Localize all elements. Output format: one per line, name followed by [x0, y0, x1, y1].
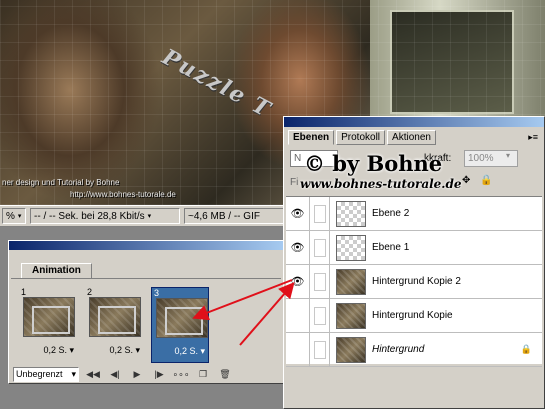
layer-row[interactable]: 👁 Hintergrund Kopie 2	[286, 264, 542, 299]
zoom-field[interactable]: % ▾	[2, 208, 26, 224]
layer-name: Hintergrund Kopie	[372, 310, 453, 321]
download-time-value: -- / -- Sek. bei 28,8 Kbit/s	[34, 210, 145, 222]
frame-delay[interactable]: 0,2 S. ▾	[174, 346, 205, 357]
tab-animation[interactable]: Animation	[21, 263, 92, 279]
layer-name: Hintergrund Kopie 2	[372, 276, 461, 287]
layers-palette-footer	[286, 367, 542, 407]
play-icon[interactable]: ▶	[129, 367, 145, 381]
tab-ebenen[interactable]: Ebenen	[288, 130, 335, 145]
layer-list: 👁 Ebene 2 👁 Ebene 1 👁 Hintergrund Kopie …	[286, 196, 542, 367]
layer-row[interactable]: 👁 Ebene 2	[286, 196, 542, 231]
frame-thumbnail	[89, 297, 141, 337]
animation-frame-3[interactable]: 3 0,2 S. ▾	[151, 287, 209, 363]
filesize-field: ~4,6 MB / -- GIF	[184, 208, 284, 224]
layer-thumbnail	[336, 200, 366, 227]
animation-palette: Animation 1 0,2 S. ▾ 2 0,2 S. ▾ 3 0,2 S.…	[8, 240, 284, 384]
layer-name: Ebene 2	[372, 208, 410, 219]
visibility-toggle[interactable]	[286, 332, 310, 367]
document-status-bar: % ▾ -- / -- Sek. bei 28,8 Kbit/s ▾ ~4,6 …	[0, 205, 290, 227]
download-time-field[interactable]: -- / -- Sek. bei 28,8 Kbit/s ▾	[30, 208, 180, 224]
animation-palette-titlebar[interactable]	[9, 241, 283, 250]
zoom-value: %	[6, 210, 15, 222]
artwork-credit-url: http://www.bohnes-tutorale.de	[70, 190, 176, 199]
lock-label: Fi	[290, 177, 299, 188]
layer-row[interactable]: 👁 Ebene 1	[286, 230, 542, 265]
tween-icon[interactable]: ∘∘∘	[173, 367, 190, 381]
animation-controls: Unbegrenzt ▾ ◀◀ ◀| ▶ |▶ ∘∘∘ ❐ 🗑	[13, 366, 279, 382]
loop-select[interactable]: Unbegrenzt ▾	[13, 366, 79, 382]
link-toggle[interactable]	[310, 298, 330, 333]
watermark-by: © by Bohne	[304, 151, 443, 176]
chevron-down-icon[interactable]: ▾	[18, 212, 22, 220]
lock-position-icon[interactable]: ✥	[462, 175, 474, 187]
chevron-down-icon: ▾	[71, 368, 76, 379]
visibility-toggle[interactable]	[286, 298, 310, 333]
layer-thumbnail	[336, 268, 366, 295]
chevron-down-icon[interactable]: ▾	[506, 151, 510, 160]
layers-palette: Ebenen Protokoll Aktionen ▸≡ N kkraft: 1…	[283, 116, 545, 409]
first-frame-icon[interactable]: ◀◀	[85, 367, 101, 381]
eye-icon[interactable]: 👁	[286, 230, 310, 265]
layer-row[interactable]: Hintergrund Kopie	[286, 298, 542, 333]
link-toggle[interactable]	[310, 196, 330, 231]
link-toggle[interactable]	[310, 264, 330, 299]
next-frame-icon[interactable]: |▶	[151, 367, 167, 381]
filesize-value: ~4,6 MB / -- GIF	[188, 210, 260, 222]
delete-frame-icon[interactable]: 🗑	[217, 367, 233, 381]
palette-menu-icon[interactable]: ▸≡	[528, 132, 538, 143]
animation-frame-2[interactable]: 2 0,2 S. ▾	[85, 287, 143, 363]
animation-frame-1[interactable]: 1 0,2 S. ▾	[19, 287, 77, 363]
chevron-down-icon[interactable]: ▾	[148, 212, 152, 220]
watermark-url: www.bohnes-tutorale.de	[300, 177, 462, 191]
layer-name: Ebene 1	[372, 242, 410, 253]
layers-palette-titlebar[interactable]	[284, 117, 544, 127]
artwork-credit-line: ner design und Tutorial by Bohne	[2, 178, 120, 187]
tab-protokoll[interactable]: Protokoll	[336, 130, 386, 145]
link-toggle[interactable]	[310, 332, 330, 367]
loop-select-value: Unbegrenzt	[16, 369, 63, 379]
link-toggle[interactable]	[310, 230, 330, 265]
artwork-frame	[370, 0, 545, 120]
previous-frame-icon[interactable]: ◀|	[107, 367, 123, 381]
layer-thumbnail	[336, 234, 366, 261]
frame-thumbnail	[23, 297, 75, 337]
lock-icon: 🔒	[520, 344, 532, 354]
frame-number: 1	[21, 287, 27, 297]
frame-delay[interactable]: 0,2 S. ▾	[43, 345, 74, 356]
frame-delay[interactable]: 0,2 S. ▾	[109, 345, 140, 356]
layer-name: Hintergrund	[372, 344, 425, 355]
layers-palette-tabs: Ebenen Protokoll Aktionen	[288, 130, 436, 145]
layer-row[interactable]: Hintergrund 🔒	[286, 332, 542, 367]
frame-number: 3	[154, 288, 160, 298]
eye-icon[interactable]: 👁	[286, 196, 310, 231]
frame-thumbnail	[156, 298, 208, 338]
eye-icon[interactable]: 👁	[286, 264, 310, 299]
layer-thumbnail	[336, 336, 366, 363]
frame-number: 2	[87, 287, 93, 297]
duplicate-frame-icon[interactable]: ❐	[195, 367, 211, 381]
lock-all-icon[interactable]: 🔒	[480, 175, 492, 187]
layer-thumbnail	[336, 302, 366, 329]
tab-aktionen[interactable]: Aktionen	[387, 130, 436, 145]
